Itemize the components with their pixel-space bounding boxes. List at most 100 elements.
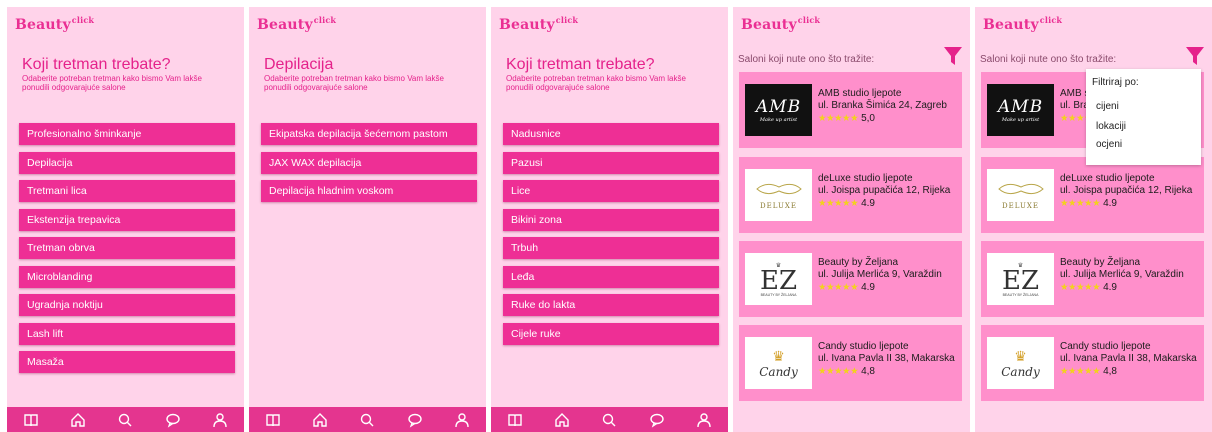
profile-icon[interactable] <box>454 412 470 428</box>
salon-name: deLuxe studio ljepote <box>1060 173 1155 184</box>
chat-icon[interactable] <box>165 412 181 428</box>
treatment-button[interactable]: JAX WAX depilacija <box>261 151 477 174</box>
app-logo: Beautyclick <box>983 15 1063 33</box>
logo-text: DELUXE <box>760 201 797 210</box>
profile-icon[interactable] <box>212 412 228 428</box>
logo-subtext: Make up artist <box>1001 117 1040 123</box>
book-icon[interactable] <box>23 412 39 428</box>
salon-card[interactable]: ♛ EZ BEAUTY BY ŽELJANA Beauty by Željana ul.… <box>981 241 1204 317</box>
page-subtitle: Odaberite potreban tretman kako bismo Va… <box>264 74 444 92</box>
filter-option[interactable]: ocjeni <box>1096 139 1122 150</box>
treatment-button[interactable]: Depilacija <box>19 151 235 174</box>
treatment-button[interactable]: Bikini zona <box>503 208 719 231</box>
rating-stars: ★★★★★ <box>818 366 859 377</box>
treatment-button[interactable]: Nadusnice <box>503 123 719 145</box>
salon-name: Candy studio ljepote <box>818 341 909 352</box>
salon-info: Candy studio ljepote ul. Ivana Pavla II 3… <box>818 341 960 378</box>
salon-logo: DELUXE <box>987 169 1054 221</box>
treatment-button[interactable]: Tretman obrva <box>19 237 235 259</box>
salon-address: ul. Julija Merlića 9, Varaždin <box>818 269 942 280</box>
filter-dropdown: Filtriraj po: cijeni lokaciji ocjeni <box>1086 69 1201 165</box>
treatment-button[interactable]: Masaža <box>19 351 235 373</box>
salon-rating: ★★★★★ 4.9 <box>818 282 960 294</box>
treatment-button[interactable]: Tretmani lica <box>19 180 235 202</box>
page-title: Depilacija <box>264 56 334 73</box>
salon-name: deLuxe studio ljepote <box>818 173 913 184</box>
home-icon[interactable] <box>70 412 86 428</box>
treatment-button[interactable]: Ruke do lakta <box>503 294 719 316</box>
salon-card[interactable]: ♛ EZ BEAUTY BY ŽELJANA Beauty by Željana ul.… <box>739 241 962 317</box>
salon-info: deLuxe studio ljepote ul. Joispa pupačića… <box>818 173 960 210</box>
screen-depilation: Beautyclick Depilacija Odaberite potreba… <box>249 7 486 432</box>
salon-logo: ♛ EZ BEAUTY BY ŽELJANA <box>987 253 1054 305</box>
rating-stars: ★★★★★ <box>1060 282 1101 293</box>
logo-text: EZ <box>759 265 798 296</box>
salon-address: ul. Joispa pupačića 12, Rijeka <box>1060 185 1193 196</box>
rating-stars: ★★★★★ <box>818 113 859 124</box>
filter-icon[interactable] <box>1185 45 1205 67</box>
salon-rating: ★★★★★ 4,8 <box>1060 366 1202 378</box>
screen-body-zones: Beautyclick Koji tretman trebate? Odaber… <box>491 7 728 432</box>
salon-address: ul. Ivana Pavla II 38, Makarska <box>1060 353 1197 364</box>
rating-value: 5,0 <box>861 113 875 124</box>
book-icon[interactable] <box>507 412 523 428</box>
salon-address: ul. Branka Šimića 24, Zagreb <box>818 100 947 111</box>
treatment-button[interactable]: Ekstenzija trepavica <box>19 208 235 231</box>
treatment-button[interactable]: Microblanding <box>19 265 235 288</box>
filter-option[interactable]: lokaciji <box>1096 121 1126 132</box>
profile-icon[interactable] <box>696 412 712 428</box>
treatment-button[interactable]: Leđa <box>503 265 719 288</box>
salon-name: AMB studio ljepote <box>818 88 902 99</box>
logo-text: EZ <box>1001 265 1040 296</box>
treatment-button[interactable]: Lash lift <box>19 322 235 345</box>
salon-card[interactable]: ♛ Candy Candy studio ljepote ul. Ivana Pavl… <box>739 325 962 401</box>
salon-card[interactable]: AMBMake up artist AMB studio ljepoteul. B… <box>739 72 962 148</box>
salons-header: Saloni koji nute ono što tražite: <box>738 54 875 65</box>
treatment-button[interactable]: Profesionalno šminkanje <box>19 123 235 145</box>
screen-salons-filter: Beautyclick Saloni koji nute ono što tra… <box>975 7 1212 432</box>
rating-value: 4.9 <box>1103 282 1117 293</box>
search-icon[interactable] <box>601 412 617 428</box>
salon-info: Beauty by Željana ul. Julija Merlića 9, V… <box>818 257 960 294</box>
salon-rating: ★★★★★ 4,8 <box>818 366 960 378</box>
salon-logo: AMB Make up artist <box>745 84 812 136</box>
home-icon[interactable] <box>312 412 328 428</box>
app-logo: Beautyclick <box>741 15 821 33</box>
treatment-button[interactable]: Ekipatska depilacija šećernom pastom <box>261 123 477 145</box>
treatment-button[interactable]: Lice <box>503 180 719 202</box>
page-title: Koji tretman trebate? <box>506 56 655 73</box>
salon-logo: ♛ Candy <box>745 337 812 389</box>
logo-text: Candy <box>1001 364 1040 379</box>
treatment-button[interactable]: Ugradnja noktiju <box>19 294 235 316</box>
treatment-button[interactable]: Depilacija hladnim voskom <box>261 180 477 202</box>
salon-address: ul. Ivana Pavla II 38, Makarska <box>818 353 955 364</box>
salon-rating: ★★★★★ 4.9 <box>1060 198 1202 210</box>
treatment-button[interactable]: Pazusi <box>503 151 719 174</box>
filter-icon[interactable] <box>943 45 963 67</box>
filter-option[interactable]: cijeni <box>1096 101 1119 112</box>
bottom-nav <box>249 407 486 432</box>
chat-icon[interactable] <box>649 412 665 428</box>
book-icon[interactable] <box>265 412 281 428</box>
search-icon[interactable] <box>359 412 375 428</box>
rating-stars: ★★★★★ <box>1060 198 1101 209</box>
logo-subtext: BEAUTY BY ŽELJANA <box>1002 292 1039 297</box>
rating-stars: ★★★★★ <box>1060 366 1101 377</box>
treatment-button[interactable]: Cijele ruke <box>503 322 719 345</box>
search-icon[interactable] <box>117 412 133 428</box>
salon-name: Beauty by Željana <box>1060 257 1141 268</box>
logo-subtext: Make up artist <box>759 117 798 123</box>
salon-info: Beauty by Željana ul. Julija Merlića 9, V… <box>1060 257 1202 294</box>
screen-treatments: Beautyclick Koji tretman trebate? Odaber… <box>7 7 244 432</box>
rating-value: 4.9 <box>1103 198 1117 209</box>
salon-address: ul. Joispa pupačića 12, Rijeka <box>818 185 951 196</box>
treatment-button[interactable]: Trbuh <box>503 237 719 259</box>
salon-card[interactable]: DELUXE deLuxe studio ljepote ul. Joispa pu… <box>981 157 1204 233</box>
salon-logo: DELUXE <box>745 169 812 221</box>
salon-address: ul. Julija Merlića 9, Varaždin <box>1060 269 1184 280</box>
home-icon[interactable] <box>554 412 570 428</box>
chat-icon[interactable] <box>407 412 423 428</box>
salon-card[interactable]: ♛ Candy Candy studio ljepote ul. Ivana Pavl… <box>981 325 1204 401</box>
salon-name: Candy studio ljepote <box>1060 341 1151 352</box>
salon-card[interactable]: DELUXE deLuxe studio ljepote ul. Joispa pu… <box>739 157 962 233</box>
